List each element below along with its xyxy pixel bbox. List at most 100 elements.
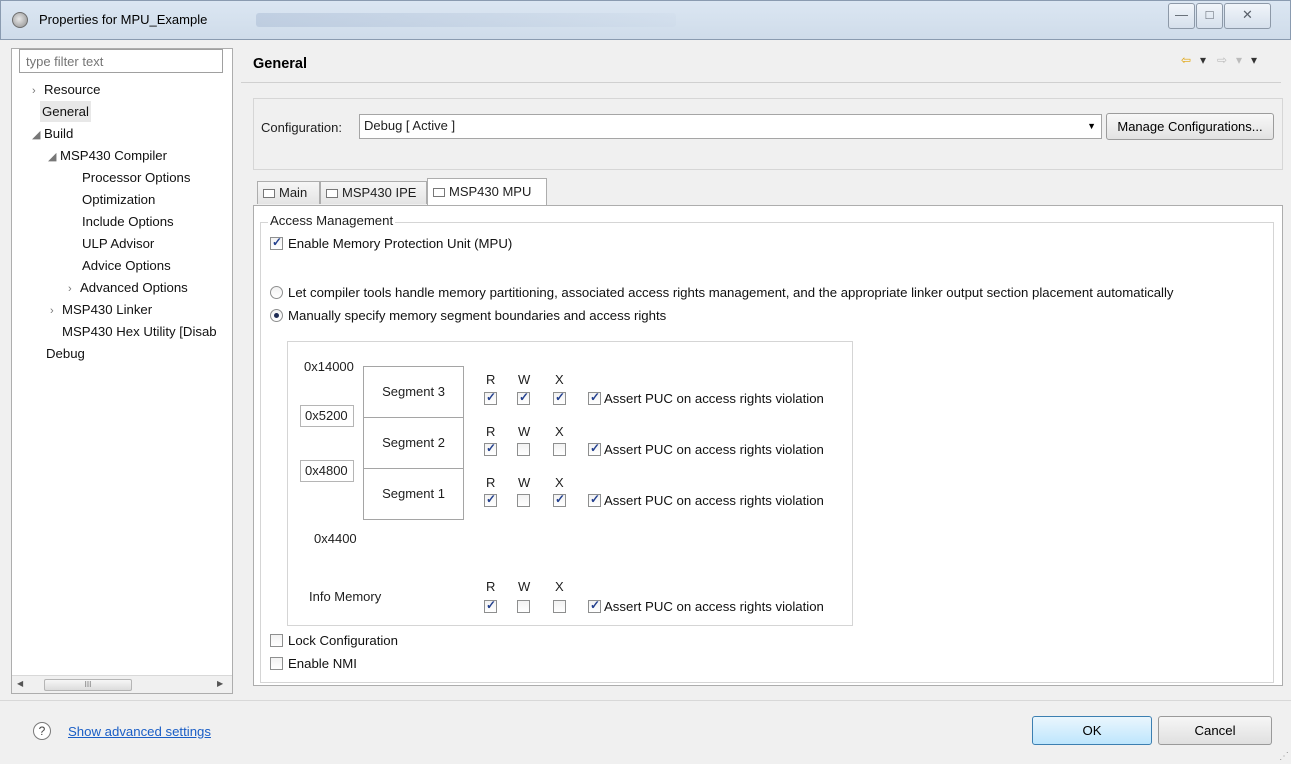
forward-menu-icon[interactable]: ▾ [1236, 53, 1242, 67]
tree-item-advanced-options[interactable]: › Advanced Options [68, 277, 188, 298]
segment-2-assert-puc-checkbox[interactable] [588, 441, 601, 456]
close-icon: ✕ [1242, 7, 1253, 22]
read-header: R [486, 424, 496, 439]
dropdown-arrow-icon: ▼ [1087, 121, 1096, 131]
configuration-panel: Configuration: Debug [ Active ] ▼ Manage… [253, 98, 1283, 170]
resize-grip-icon[interactable]: ⋰ [1279, 751, 1289, 762]
tree-item-label: Include Options [82, 214, 174, 229]
collapse-arrow-icon[interactable]: ◢ [48, 147, 60, 168]
execute-header: X [555, 424, 564, 439]
access-management-legend: Access Management [268, 213, 396, 228]
properties-app-icon [12, 12, 28, 28]
configuration-selected-value: Debug [ Active ] [364, 118, 456, 133]
scroll-left-icon[interactable]: ◀ [17, 679, 23, 688]
maximize-icon: □ [1205, 7, 1214, 22]
tree-item-debug[interactable]: Debug [46, 343, 85, 364]
segment-2-execute-checkbox[interactable] [553, 443, 566, 456]
manage-configurations-button[interactable]: Manage Configurations... [1106, 113, 1274, 140]
tab-main[interactable]: Main [257, 181, 320, 204]
segment-1-assert-puc-label: Assert PUC on access rights violation [604, 493, 824, 508]
configuration-label: Configuration: [261, 120, 342, 135]
maximize-button[interactable]: □ [1196, 3, 1223, 29]
enable-nmi-checkbox[interactable] [270, 657, 283, 670]
segment-3-read-checkbox[interactable] [484, 390, 497, 405]
info-memory-assert-puc-checkbox[interactable] [588, 598, 601, 613]
footer-divider [0, 700, 1291, 701]
horizontal-scrollbar[interactable]: ◀ III ▶ [12, 675, 232, 693]
tab-msp430-ipe[interactable]: MSP430 IPE [320, 181, 427, 204]
cancel-button[interactable]: Cancel [1158, 716, 1272, 745]
tree-item-general[interactable]: General [40, 101, 91, 122]
segment-1-execute-checkbox[interactable] [553, 492, 566, 507]
tree-item-optimization[interactable]: Optimization [82, 189, 155, 210]
show-advanced-settings-link[interactable]: Show advanced settings [68, 724, 211, 739]
expand-arrow-icon[interactable]: › [50, 301, 62, 322]
scrollbar-thumb[interactable]: III [44, 679, 132, 691]
ok-button[interactable]: OK [1032, 716, 1152, 745]
tree-item-label: Processor Options [82, 170, 191, 185]
tab-msp430-mpu[interactable]: MSP430 MPU [427, 178, 547, 205]
segment-1-assert-puc-checkbox[interactable] [588, 492, 601, 507]
tree-item-label: Debug [46, 346, 85, 361]
execute-header: X [555, 475, 564, 490]
read-header: R [486, 475, 496, 490]
back-menu-icon[interactable]: ▾ [1200, 53, 1206, 67]
segment-2-assert-puc-label: Assert PUC on access rights violation [604, 442, 824, 457]
tree-item-label: Advice Options [82, 258, 171, 273]
info-memory-write-checkbox[interactable] [517, 600, 530, 613]
tree-item-label: Build [44, 126, 74, 141]
tab-label: MSP430 MPU [449, 184, 532, 199]
tree-item-label: MSP430 Linker [62, 302, 153, 317]
minimize-icon: — [1175, 7, 1188, 22]
segment-3-execute-checkbox[interactable] [553, 390, 566, 405]
view-menu-icon[interactable]: ▾ [1251, 53, 1257, 67]
boundary-2-input[interactable]: 0x4800 [300, 460, 354, 482]
info-memory-read-checkbox[interactable] [484, 598, 497, 613]
scroll-right-icon[interactable]: ▶ [217, 679, 223, 688]
boundary-1-input[interactable]: 0x5200 [300, 405, 354, 427]
tree-item-resource[interactable]: › Resource [32, 79, 100, 100]
tree-item-include-options[interactable]: Include Options [82, 211, 174, 232]
expand-arrow-icon[interactable]: › [68, 279, 80, 300]
enable-mpu-checkbox[interactable] [270, 235, 283, 250]
info-memory-execute-checkbox[interactable] [553, 600, 566, 613]
help-icon[interactable]: ? [33, 722, 51, 740]
property-tree-panel: ›Resource General ◢Build ◢MSP430 Compile… [11, 48, 233, 694]
tree-item-label: MSP430 Compiler [60, 148, 168, 163]
lock-configuration-checkbox[interactable] [270, 634, 283, 647]
collapse-arrow-icon[interactable]: ◢ [32, 125, 44, 146]
manual-partition-label: Manually specify memory segment boundari… [288, 308, 667, 323]
tree-item-msp430-hex-utility[interactable]: MSP430 Hex Utility [Disab [62, 321, 217, 342]
enable-mpu-label: Enable Memory Protection Unit (MPU) [288, 236, 513, 251]
minimize-button[interactable]: — [1168, 3, 1195, 29]
segment-3-write-checkbox[interactable] [517, 390, 530, 405]
configuration-dropdown[interactable]: Debug [ Active ] ▼ [359, 114, 1102, 139]
segment-1-write-checkbox[interactable] [517, 494, 530, 507]
filter-input[interactable] [19, 49, 223, 73]
manual-partition-radio[interactable] [270, 309, 283, 322]
tree-item-label: ULP Advisor [82, 236, 155, 251]
lock-configuration-label: Lock Configuration [288, 633, 398, 648]
info-memory-label: Info Memory [309, 589, 382, 604]
tab-label: MSP430 IPE [342, 185, 417, 200]
segment-2-read-checkbox[interactable] [484, 441, 497, 456]
tree-item-ulp-advisor[interactable]: ULP Advisor [82, 233, 154, 254]
segment-1-read-checkbox[interactable] [484, 492, 497, 507]
segment-3-assert-puc-checkbox[interactable] [588, 390, 601, 405]
tree-item-advice-options[interactable]: Advice Options [82, 255, 171, 276]
back-arrow-icon[interactable]: ⇦ [1181, 53, 1191, 67]
tree-item-msp430-linker[interactable]: › MSP430 Linker [50, 299, 152, 320]
segment-2-write-checkbox[interactable] [517, 443, 530, 456]
segment-3-block: Segment 3 [363, 366, 464, 418]
segment-2-block: Segment 2 [363, 417, 464, 469]
tab-page-icon [263, 189, 275, 198]
tree-item-msp430-compiler[interactable]: ◢ MSP430 Compiler [48, 145, 167, 166]
close-button[interactable]: ✕ [1224, 3, 1271, 29]
forward-arrow-icon[interactable]: ⇨ [1217, 53, 1227, 67]
tab-page-icon [433, 188, 445, 197]
enable-nmi-label: Enable NMI [288, 656, 357, 671]
tree-item-processor-options[interactable]: Processor Options [82, 167, 190, 188]
expand-arrow-icon[interactable]: › [32, 81, 44, 102]
auto-partition-radio[interactable] [270, 286, 283, 299]
tree-item-build[interactable]: ◢ Build [32, 123, 73, 144]
